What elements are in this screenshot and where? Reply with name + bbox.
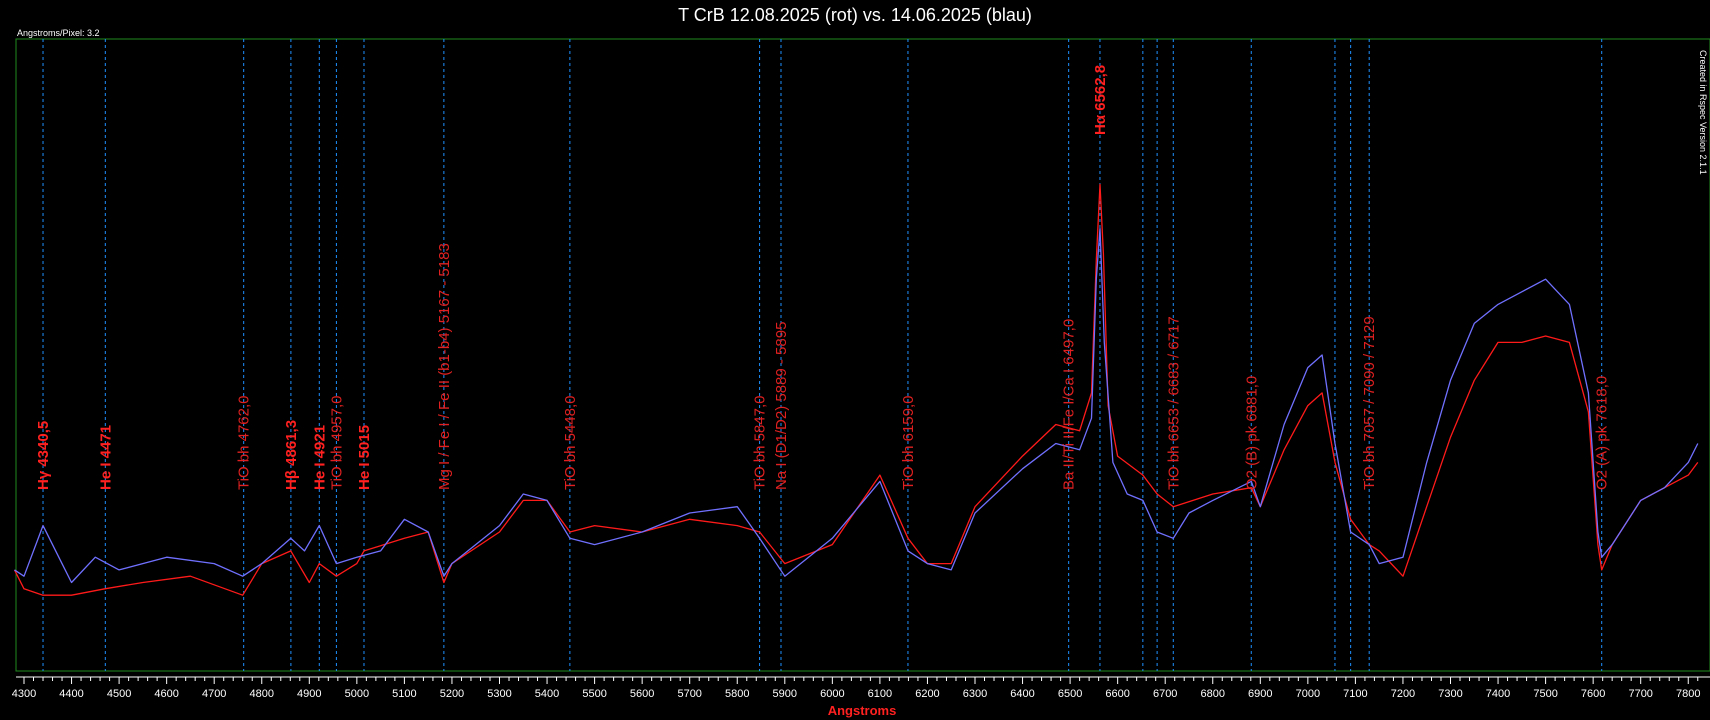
marker-label: TiO bh 6653 / 6683 / 6717 (1165, 316, 1182, 490)
x-axis-ticks: 4300 4400 4500 4600 4700 4800 4900 5000 5100 5200… (12, 677, 1700, 700)
marker-label: Ba II/Ti II/Fe I/Ca I 6497,0 (1061, 319, 1078, 490)
x-tick-label: 6600 (1105, 688, 1129, 700)
x-tick-label: 4300 (12, 688, 36, 700)
x-tick-label: 5300 (487, 688, 511, 700)
x-tick-label: 5400 (535, 688, 559, 700)
x-tick-label: 4400 (59, 688, 83, 700)
marker-label: O2 (B) pk 6881,0 (1243, 376, 1260, 490)
x-tick-label: 4800 (250, 688, 274, 700)
x-tick-label: 4700 (202, 688, 226, 700)
spectrum-chart: T CrB 12.08.2025 (rot) vs. 14.06.2025 (b… (12, 5, 1710, 718)
x-tick-label: 6500 (1058, 688, 1082, 700)
x-tick-label: 5200 (440, 688, 464, 700)
scale-note: Angstroms/Pixel: 3.2 (17, 28, 100, 38)
x-tick-label: 6700 (1153, 688, 1177, 700)
x-tick-label: 5600 (630, 688, 654, 700)
marker-label: TiO bh 5847,0 (752, 395, 769, 490)
x-tick-label: 7200 (1391, 688, 1415, 700)
marker-label: TiO bh 7057 / 7090 / 7129 (1361, 316, 1378, 490)
marker-label: Hγ 4340,5 (35, 421, 52, 490)
x-tick-label: 7700 (1628, 688, 1652, 700)
marker-label: TiO bh 4957,0 (328, 395, 345, 490)
x-tick-label: 5100 (392, 688, 416, 700)
marker-label: TiO bh 6159,0 (900, 395, 917, 490)
x-tick-label: 7400 (1486, 688, 1510, 700)
x-tick-label: 5800 (725, 688, 749, 700)
marker-label: Mg I / Fe I / Fe II (b1-b4) 5167 - 5183 (436, 243, 453, 490)
marker-label: Hα 6562,8 (1092, 65, 1109, 135)
x-tick-label: 6800 (1201, 688, 1225, 700)
marker-label: He I 4471 (97, 425, 114, 490)
marker-labels: Hγ 4340,5 He I 4471 TiO bh 4762,0 Hβ 4861,3… (35, 65, 1611, 490)
series-line (14, 227, 1699, 584)
x-axis-label: Angstroms (828, 703, 897, 718)
x-tick-label: 7100 (1343, 688, 1367, 700)
x-tick-label: 7600 (1581, 688, 1605, 700)
x-tick-label: 7500 (1533, 688, 1557, 700)
x-tick-label: 5000 (345, 688, 369, 700)
x-tick-label: 7000 (1296, 688, 1320, 700)
marker-label: He I 5015 (356, 425, 373, 490)
x-tick-label: 5700 (677, 688, 701, 700)
x-tick-label: 6300 (963, 688, 987, 700)
x-tick-label: 4500 (107, 688, 131, 700)
series-lines (13, 183, 1699, 596)
marker-label: He I 4921 (311, 425, 328, 490)
chart-title: T CrB 12.08.2025 (rot) vs. 14.06.2025 (b… (678, 5, 1032, 25)
x-tick-label: 6100 (868, 688, 892, 700)
marker-label: TiO bh 5448,0 (562, 395, 579, 490)
x-tick-label: 6900 (1248, 688, 1272, 700)
plot-frame (15, 38, 1710, 672)
series-line (13, 183, 1699, 596)
marker-label: Na I (D1/D2) 5889 - 5895 (773, 322, 790, 490)
x-tick-label: 7800 (1676, 688, 1700, 700)
x-tick-label: 6000 (820, 688, 844, 700)
marker-label: O2 (A) pk 7618,0 (1594, 376, 1611, 490)
x-tick-label: 5900 (773, 688, 797, 700)
x-tick-label: 5500 (582, 688, 606, 700)
marker-label: TiO bh 4762,0 (236, 395, 253, 490)
x-tick-label: 6400 (1010, 688, 1034, 700)
x-tick-label: 7300 (1438, 688, 1462, 700)
marker-label: Hβ 4861,3 (283, 420, 300, 490)
x-tick-label: 6200 (915, 688, 939, 700)
x-tick-label: 4600 (154, 688, 178, 700)
x-tick-label: 4900 (297, 688, 321, 700)
credit-text: Created in Rspec Version 2.1.1 (1698, 50, 1708, 175)
